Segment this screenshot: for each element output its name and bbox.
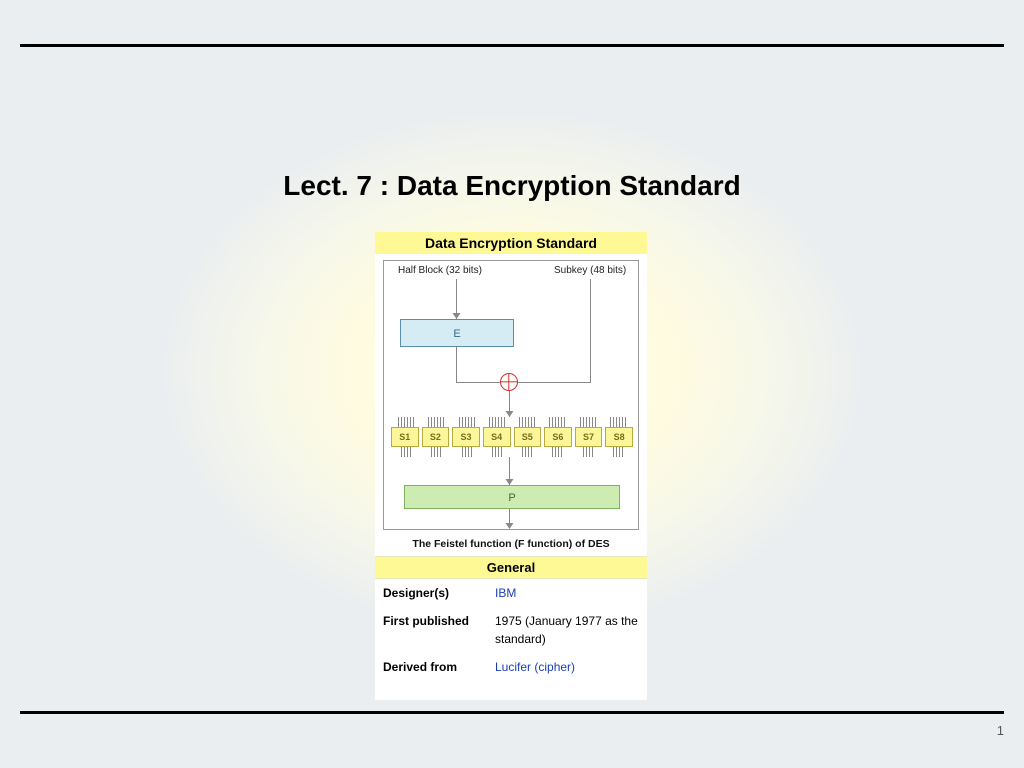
sbox-1: S1	[391, 427, 419, 447]
diagram-line	[456, 382, 500, 383]
diagram-caption: The Feistel function (F function) of DES	[375, 538, 647, 550]
page-number: 1	[997, 723, 1004, 738]
infobox-link[interactable]: Lucifer (cipher)	[495, 660, 575, 674]
sbox-4: S4	[483, 427, 511, 447]
infobox-table: Designer(s) IBM First published1975 (Janua…	[375, 579, 647, 681]
xor-icon	[500, 373, 518, 391]
slide-title: Lect. 7 : Data Encryption Standard	[0, 170, 1024, 202]
sbox-7: S7	[575, 427, 603, 447]
arrow-down-icon	[506, 523, 514, 529]
row-value: Lucifer (cipher)	[487, 653, 647, 681]
row-value: IBM	[487, 579, 647, 607]
table-row: Derived from Lucifer (cipher)	[375, 653, 647, 681]
feistel-diagram: Half Block (32 bits) Subkey (48 bits) E …	[383, 260, 639, 530]
sbox-8: S8	[605, 427, 633, 447]
infobox-title: Data Encryption Standard	[375, 232, 647, 254]
row-key: Designer(s)	[375, 579, 487, 607]
sbox-input-ticks	[391, 417, 633, 427]
des-infobox: Data Encryption Standard Half Block (32 …	[375, 232, 647, 700]
sbox-6: S6	[544, 427, 572, 447]
diagram-line	[590, 279, 591, 382]
table-row: First published1975 (January 1977 as the…	[375, 607, 647, 653]
row-key: Derived from	[375, 653, 487, 681]
bottom-horizontal-rule	[20, 711, 1004, 714]
general-section-header: General	[375, 556, 647, 579]
sbox-output-ticks	[391, 447, 633, 457]
table-row: Designer(s) IBM	[375, 579, 647, 607]
top-horizontal-rule	[20, 44, 1004, 47]
sbox-3: S3	[452, 427, 480, 447]
subkey-label: Subkey (48 bits)	[554, 265, 626, 276]
permutation-box: P	[404, 485, 620, 509]
diagram-line	[518, 382, 591, 383]
infobox-link[interactable]: IBM	[495, 586, 516, 600]
row-key: First published	[375, 607, 487, 653]
expansion-box: E	[400, 319, 514, 347]
infobox-table-body: Designer(s) IBM First published1975 (Janua…	[375, 579, 647, 681]
sbox-5: S5	[514, 427, 542, 447]
sbox-row: S1S2S3S4S5S6S7S8	[391, 427, 633, 447]
row-value: 1975 (January 1977 as the standard)	[487, 607, 647, 653]
half-block-label: Half Block (32 bits)	[398, 265, 482, 276]
sbox-2: S2	[422, 427, 450, 447]
diagram-line	[456, 347, 457, 382]
